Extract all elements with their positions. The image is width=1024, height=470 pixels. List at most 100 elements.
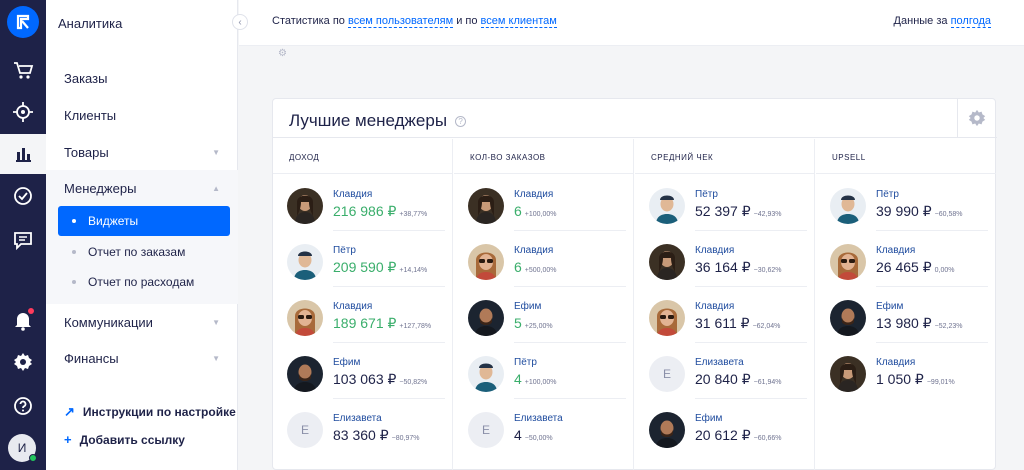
target-icon[interactable]	[0, 92, 46, 132]
manager-row[interactable]: Клавдия 36 164 ₽ −30,62%	[649, 242, 809, 287]
manager-name[interactable]: Клавдия	[514, 245, 553, 256]
manager-name[interactable]: Елизавета	[695, 357, 744, 368]
manager-row[interactable]: Клавдия 31 611 ₽ −62,04%	[649, 298, 809, 343]
sidebar-item-clients[interactable]: Клиенты	[46, 99, 238, 131]
manager-name[interactable]: Клавдия	[876, 245, 915, 256]
change-percent: −61,94%	[753, 379, 782, 386]
avatar: Е	[287, 412, 323, 448]
manager-name[interactable]: Клавдия	[876, 357, 915, 368]
question-icon[interactable]: ?	[455, 116, 467, 128]
manager-name[interactable]: Пётр	[333, 245, 356, 256]
setup-instructions-link[interactable]: ↗ Инструкции по настройке	[64, 404, 236, 420]
add-link-button[interactable]: + Добавить ссылку	[64, 432, 185, 447]
change-percent: −60,66%	[753, 435, 782, 442]
metric-value: 4 +100,00%	[514, 371, 557, 387]
bell-icon[interactable]	[0, 300, 46, 340]
notification-dot	[28, 308, 34, 314]
manager-row[interactable]: Ефим 20 612 ₽ −60,66%	[649, 410, 809, 454]
manager-name[interactable]: Пётр	[695, 189, 718, 200]
stats-filter: Статистика по всем пользователям и по вс…	[272, 15, 557, 28]
cart-icon[interactable]	[0, 50, 46, 90]
change-percent: +500,00%	[524, 267, 557, 274]
top-managers-widget: Лучшие менеджеры? Доход Клавдия 216 986 ₽ +…	[272, 98, 997, 470]
manager-row[interactable]: Клавдия 26 465 ₽0,00%	[830, 242, 990, 287]
manager-row[interactable]: Клавдия 6 +500,00%	[468, 242, 628, 287]
change-percent: +25,00%	[524, 323, 553, 330]
period-link[interactable]: полгода	[950, 15, 991, 28]
change-percent: −52,23%	[934, 323, 963, 330]
manager-row[interactable]: Пётр 52 397 ₽ −42,93%	[649, 186, 809, 231]
manager-name[interactable]: Пётр	[514, 357, 537, 368]
manager-row[interactable]: Клавдия 6 +100,00%	[468, 186, 628, 231]
divider	[876, 230, 988, 231]
gear-icon[interactable]	[0, 342, 46, 382]
manager-row[interactable]: Пётр 39 990 ₽ −60,58%	[830, 186, 990, 231]
collapse-sidebar-button[interactable]: ‹	[232, 14, 248, 30]
sidebar-item-products[interactable]: Товары ▼	[46, 136, 238, 168]
analytics-icon[interactable]	[0, 134, 46, 174]
avatar	[649, 300, 685, 336]
manager-row[interactable]: Ефим 5 +25,00%	[468, 298, 628, 343]
divider	[635, 173, 815, 174]
manager-name[interactable]: Ефим	[695, 413, 722, 424]
manager-name[interactable]: Ефим	[876, 301, 903, 312]
manager-row[interactable]: Ефим 103 063 ₽ −50,82%	[287, 354, 447, 399]
manager-name[interactable]: Елизавета	[514, 413, 563, 424]
widget-settings-button[interactable]	[957, 99, 995, 137]
manager-name[interactable]: Клавдия	[333, 189, 372, 200]
divider	[695, 342, 807, 343]
logo-icon[interactable]	[7, 6, 39, 38]
all-clients-link[interactable]: всем клиентам	[480, 15, 557, 28]
tasks-icon[interactable]	[0, 176, 46, 216]
manager-name[interactable]: Ефим	[333, 357, 360, 368]
manager-name[interactable]: Клавдия	[695, 301, 734, 312]
metric-value: 216 986 ₽ +38,77%	[333, 203, 428, 219]
user-avatar[interactable]: И	[8, 434, 37, 462]
avatar	[287, 300, 323, 336]
manager-row[interactable]: Е Елизавета 4 −50,00%	[468, 410, 628, 454]
manager-name[interactable]: Клавдия	[333, 301, 372, 312]
sidebar-subitem-orders-report[interactable]: Отчет по заказам	[58, 237, 230, 267]
manager-name[interactable]: Пётр	[876, 189, 899, 200]
chevron-left-icon: ‹	[238, 16, 242, 28]
metric-value: 36 164 ₽ −30,62%	[695, 259, 782, 275]
manager-row[interactable]: Пётр 209 590 ₽ +14,14%	[287, 242, 447, 287]
avatar	[830, 300, 866, 336]
sidebar-item-finance[interactable]: Финансы ▼	[46, 342, 238, 374]
manager-row[interactable]: Пётр 4 +100,00%	[468, 354, 628, 399]
divider	[695, 286, 807, 287]
manager-name[interactable]: Клавдия	[695, 245, 734, 256]
change-percent: +38,77%	[399, 211, 428, 218]
bullet-icon	[72, 250, 76, 254]
all-users-link[interactable]: всем пользователям	[347, 15, 454, 28]
section-sidebar: Аналитика ‹ Заказы Клиенты Товары ▼ Мене…	[46, 0, 248, 470]
sidebar-item-communications[interactable]: Коммуникации ▼	[46, 306, 238, 338]
divider	[514, 342, 626, 343]
avatar	[468, 356, 504, 392]
metric-value: 83 360 ₽ −80,97%	[333, 427, 420, 443]
metric-value: 52 397 ₽ −42,93%	[695, 203, 782, 219]
manager-name[interactable]: Елизавета	[333, 413, 382, 424]
sidebar-item-orders[interactable]: Заказы	[46, 62, 238, 94]
sidebar-item-managers[interactable]: Менеджеры ▲	[46, 172, 238, 204]
sidebar-subitem-expenses-report[interactable]: Отчет по расходам	[58, 267, 230, 297]
manager-name[interactable]: Ефим	[514, 301, 541, 312]
divider	[333, 398, 445, 399]
chat-icon[interactable]	[0, 220, 46, 260]
change-percent: −50,00%	[524, 435, 553, 442]
manager-row[interactable]: Е Елизавета 83 360 ₽ −80,97%	[287, 410, 447, 454]
change-percent: +100,00%	[524, 379, 557, 386]
sidebar-subitem-widgets[interactable]: Виджеты	[58, 206, 230, 236]
avatar	[287, 188, 323, 224]
dashboard-settings-icon[interactable]: ⚙	[278, 48, 287, 59]
manager-name[interactable]: Клавдия	[514, 189, 553, 200]
manager-row[interactable]: Клавдия 189 671 ₽ +127,78%	[287, 298, 447, 343]
help-icon[interactable]	[0, 386, 46, 426]
metric-value: 5 +25,00%	[514, 315, 553, 331]
chevron-down-icon: ▼	[212, 317, 220, 327]
manager-row[interactable]: Ефим 13 980 ₽ −52,23%	[830, 298, 990, 343]
divider	[273, 173, 453, 174]
manager-row[interactable]: Клавдия 1 050 ₽ −99,01%	[830, 354, 990, 398]
manager-row[interactable]: Клавдия 216 986 ₽ +38,77%	[287, 186, 447, 231]
manager-row[interactable]: Е Елизавета 20 840 ₽ −61,94%	[649, 354, 809, 399]
